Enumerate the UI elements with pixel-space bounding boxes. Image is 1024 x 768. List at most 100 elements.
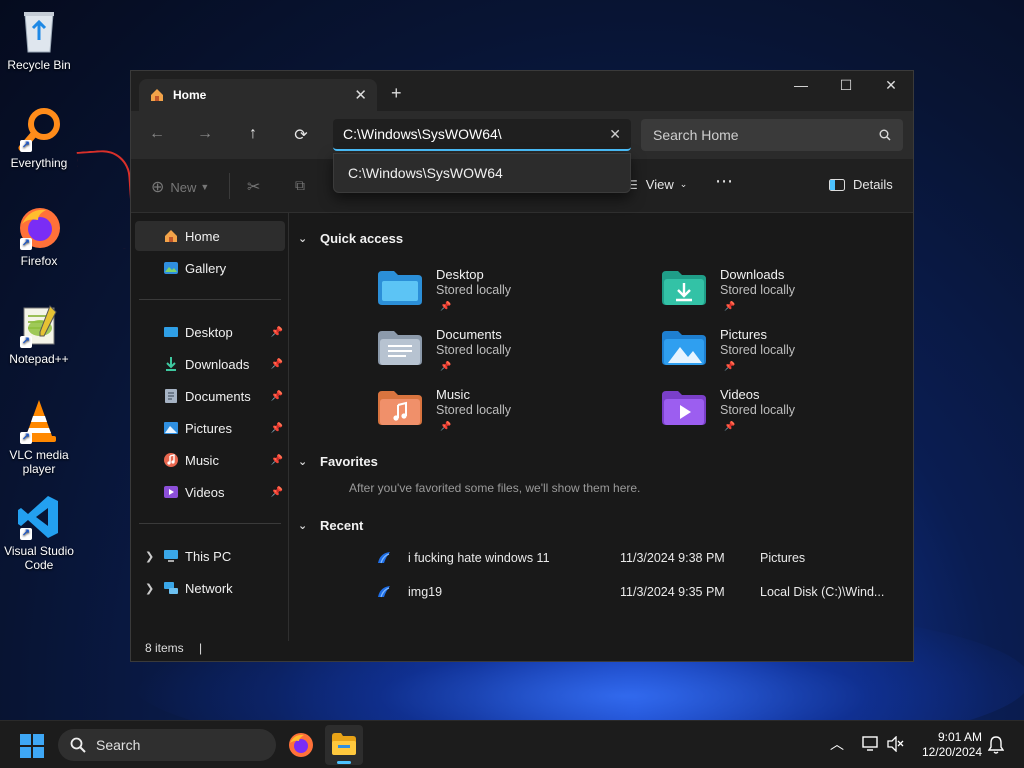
shortcut-arrow-icon: ↗ bbox=[20, 528, 32, 540]
sidebar-item-label: Documents bbox=[185, 388, 251, 404]
chevron-down-icon: ⌄ bbox=[298, 456, 308, 468]
taskbar-file-explorer-button[interactable] bbox=[325, 725, 363, 765]
maximize-icon[interactable]: ☐ bbox=[831, 77, 861, 94]
quick-access-item-desktop[interactable]: Desktop Stored locally 📌 bbox=[378, 267, 638, 323]
windows-start-icon[interactable] bbox=[20, 734, 44, 761]
item-name: Desktop bbox=[436, 267, 484, 282]
favorites-empty-note: After you've favorited some files, we'll… bbox=[349, 481, 641, 495]
pin-icon[interactable]: 📌 bbox=[271, 487, 283, 498]
sidebar-divider bbox=[139, 523, 281, 524]
recent-file-row[interactable]: i fucking hate windows 11 11/3/2024 9:38… bbox=[376, 547, 906, 571]
monitor-icon bbox=[164, 550, 178, 562]
vscode-icon: ↗ bbox=[16, 494, 62, 540]
forward-arrow-icon[interactable]: → bbox=[193, 125, 217, 143]
address-suggestion[interactable]: C:\Windows\SysWOW64 bbox=[333, 153, 631, 193]
sidebar-item-network[interactable]: ❯ Network bbox=[135, 573, 285, 603]
sidebar-item-pictures[interactable]: Pictures 📌 bbox=[135, 413, 285, 443]
pin-icon[interactable]: 📌 bbox=[271, 327, 283, 338]
more-options-icon[interactable]: ⋯ bbox=[715, 171, 733, 192]
desktop-icon-firefox[interactable]: ↗ Firefox bbox=[0, 204, 78, 268]
search-input[interactable] bbox=[653, 127, 879, 143]
item-name: Videos bbox=[720, 387, 760, 402]
chevron-right-icon[interactable]: ❯ bbox=[145, 582, 154, 595]
notification-bell-icon[interactable] bbox=[987, 736, 1005, 757]
taskbar: ︿ 9:01 AM 12/20/2024 bbox=[0, 720, 1024, 768]
sidebar-item-this-pc[interactable]: ❯ This PC bbox=[135, 541, 285, 571]
minimize-icon[interactable]: — bbox=[786, 77, 816, 93]
pin-icon[interactable]: 📌 bbox=[271, 391, 283, 402]
pictures-folder-icon bbox=[662, 331, 706, 365]
recent-heading[interactable]: ⌄ Recent bbox=[298, 518, 363, 533]
sidebar-item-gallery[interactable]: Gallery bbox=[135, 253, 285, 283]
documents-folder-icon bbox=[378, 331, 422, 365]
quick-access-item-pictures[interactable]: Pictures Stored locally 📌 bbox=[662, 327, 922, 383]
desktop-icon-everything[interactable]: ↗ Everything bbox=[0, 106, 78, 170]
quick-access-item-music[interactable]: Music Stored locally 📌 bbox=[378, 387, 638, 443]
favorites-heading[interactable]: ⌄ Favorites bbox=[298, 454, 378, 469]
back-arrow-icon[interactable]: ← bbox=[145, 125, 169, 143]
tab-close-icon[interactable]: ✕ bbox=[354, 86, 367, 104]
quick-access-heading[interactable]: ⌄ Quick access bbox=[298, 231, 403, 246]
recent-file-location: Pictures bbox=[760, 551, 806, 565]
quick-access-item-documents[interactable]: Documents Stored locally 📌 bbox=[378, 327, 638, 383]
chevron-down-icon: ▼ bbox=[200, 182, 210, 192]
videos-folder-icon bbox=[662, 391, 706, 425]
address-input[interactable] bbox=[343, 126, 610, 142]
chevron-down-icon: ⌄ bbox=[298, 520, 308, 532]
volume-muted-icon[interactable] bbox=[887, 735, 905, 755]
network-tray-icon[interactable] bbox=[862, 736, 880, 755]
pin-icon[interactable]: 📌 bbox=[271, 359, 283, 370]
desktop-icon-recycle-bin[interactable]: Recycle Bin bbox=[0, 8, 78, 72]
address-bar[interactable]: ✕ bbox=[333, 119, 631, 151]
item-name: Pictures bbox=[720, 327, 767, 342]
view-button[interactable]: ☰ View ⌄ bbox=[627, 177, 687, 192]
chevron-right-icon[interactable]: ❯ bbox=[145, 550, 154, 563]
desktop-icon-notepadpp[interactable]: ↗ Notepad++ bbox=[0, 302, 78, 366]
up-arrow-icon[interactable]: ↑ bbox=[241, 125, 265, 143]
desktop-icon-label: Visual Studio Code bbox=[4, 544, 74, 572]
pin-icon[interactable]: 📌 bbox=[271, 423, 283, 434]
sidebar-item-desktop[interactable]: Desktop 📌 bbox=[135, 317, 285, 347]
download-arrow-icon bbox=[166, 357, 176, 371]
copy-icon[interactable]: ⧉ bbox=[295, 177, 305, 194]
tab-home[interactable]: Home ✕ bbox=[139, 79, 377, 111]
tray-chevron-up-icon[interactable]: ︿ bbox=[830, 734, 844, 754]
cut-icon[interactable]: ✂ bbox=[247, 177, 260, 197]
pin-icon: 📌 bbox=[440, 361, 452, 371]
system-clock[interactable]: 9:01 AM 12/20/2024 bbox=[922, 730, 982, 760]
sidebar-item-downloads[interactable]: Downloads 📌 bbox=[135, 349, 285, 379]
item-count: 8 items bbox=[145, 641, 184, 655]
sidebar-item-music[interactable]: Music 📌 bbox=[135, 445, 285, 475]
taskbar-firefox-icon[interactable] bbox=[288, 732, 314, 761]
sidebar-item-documents[interactable]: Documents 📌 bbox=[135, 381, 285, 411]
details-button[interactable]: Details bbox=[829, 177, 893, 192]
desktop-icon-vscode[interactable]: ↗ Visual Studio Code bbox=[0, 494, 78, 572]
firefox-icon: ↗ bbox=[16, 204, 62, 250]
new-button[interactable]: ⊕ New ▼ bbox=[151, 177, 209, 197]
music-icon bbox=[164, 453, 178, 467]
refresh-icon[interactable]: ⟳ bbox=[289, 125, 313, 145]
recent-file-date: 11/3/2024 9:35 PM bbox=[620, 585, 725, 599]
taskbar-search-input[interactable] bbox=[96, 737, 246, 753]
desktop-icon-label: Recycle Bin bbox=[7, 58, 71, 72]
close-window-icon[interactable]: ✕ bbox=[876, 77, 906, 94]
taskbar-search[interactable] bbox=[58, 729, 276, 761]
quick-access-item-downloads[interactable]: Downloads Stored locally 📌 bbox=[662, 267, 922, 323]
desktop-icon-vlc[interactable]: ↗ VLC media player bbox=[0, 398, 78, 476]
recent-file-row[interactable]: img19 11/3/2024 9:35 PM Local Disk (C:)\… bbox=[376, 581, 906, 605]
quick-access-item-videos[interactable]: Videos Stored locally 📌 bbox=[662, 387, 922, 443]
new-tab-icon[interactable]: + bbox=[391, 83, 402, 104]
sidebar-item-videos[interactable]: Videos 📌 bbox=[135, 477, 285, 507]
sidebar-item-label: This PC bbox=[185, 548, 232, 564]
tab-bar: Home ✕ + — ☐ ✕ bbox=[131, 71, 913, 111]
pin-icon[interactable]: 📌 bbox=[271, 455, 283, 466]
sidebar-item-label: Music bbox=[185, 452, 219, 468]
downloads-folder-icon bbox=[662, 271, 706, 305]
sidebar-item-home[interactable]: Home bbox=[135, 221, 285, 251]
desktop-icon-label: Everything bbox=[10, 156, 68, 170]
search-box[interactable] bbox=[641, 119, 903, 151]
recycle-bin-icon bbox=[16, 8, 62, 54]
view-label: View bbox=[645, 177, 674, 192]
status-divider: | bbox=[199, 641, 203, 655]
clear-address-icon[interactable]: ✕ bbox=[609, 126, 621, 143]
